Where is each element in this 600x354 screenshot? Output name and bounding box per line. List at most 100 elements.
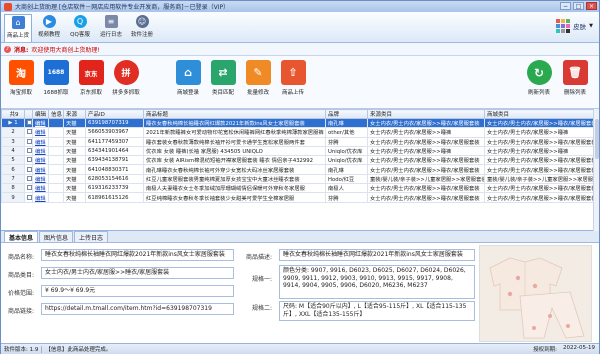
batch-edit-button[interactable]: ✎ 批量修改 [240,60,276,96]
edit-link[interactable]: 编辑 [35,177,46,183]
price-range-field[interactable]: ¥ 69.9～¥ 69.9元 [41,285,234,297]
category-match-button[interactable]: ⇄ 类目匹配 [205,60,241,96]
checkbox-icon[interactable] [27,166,32,172]
row-title: 睡衣套装女春秋款薄款纯棉长袖开衫可爱卡通学生宽松家居服两件套 [143,136,326,147]
taobao-grab-button[interactable]: 淘 淘宝抓取 [3,60,39,96]
row-edit-link[interactable]: 编辑 [32,173,49,185]
row-checkbox[interactable] [24,155,33,166]
edit-link[interactable]: 编辑 [35,149,46,155]
row-checkbox[interactable] [24,145,33,157]
table-row[interactable]: 7 编辑 天猫 628053154616 红豆儿童家居服套装男童纯棉夏加厚女孩宝宝中大童… [1,173,599,185]
row-brand: Hodo/红豆 [325,173,368,185]
status-bar: 软件版本: 1.9 【信息】此商品处理完成。 授权到期: 2022-05-19 [1,344,599,354]
row-source: 天猫 [63,192,86,203]
checkbox-icon[interactable] [27,157,32,163]
tab-basic-info[interactable]: 基本信息 [4,231,39,242]
row-number: 6 [1,164,25,175]
skin-label: 皮肤 [573,23,587,31]
edit-link[interactable]: 编辑 [35,130,46,136]
checkbox-icon[interactable] [27,120,32,126]
column-header-title[interactable]: 商品标题 [143,109,326,119]
row-edit-link[interactable]: 编辑 [32,117,49,129]
row-edit-link[interactable]: 编辑 [32,136,49,147]
checkbox-icon[interactable] [27,175,32,181]
row-checkbox[interactable] [24,164,33,175]
checkbox-icon[interactable] [27,194,32,200]
checkbox-icon[interactable] [27,148,32,154]
1688-grab-button[interactable]: 1688 1688抓取 [38,60,74,96]
product-name-field[interactable]: 睡衣女春秋纯棉长袖睡衣网红爆款2021年新款ins风女士家居服套装 [41,249,234,261]
checkbox-icon[interactable] [27,129,32,135]
table-row[interactable]: ▶ 1 编辑 天猫 639198707319 睡衣女春秋纯棉长袖睡衣网红爆款2021年新… [1,117,599,129]
row-checkbox[interactable] [24,192,33,203]
column-header-info[interactable]: 信息 [48,109,64,119]
tab-upload-log[interactable]: 上传日志 [74,231,109,242]
toolbar-item-run-log[interactable]: ≡ 运行日志 [97,14,125,42]
grid-scrollbar[interactable] [593,109,599,231]
row-checkbox[interactable] [24,173,33,185]
column-header-source[interactable]: 来源 [63,109,86,119]
table-row[interactable]: 5 编辑 天猫 639434138791 优衣库 女装 AIRism棉混纺短袖开襟家居服… [1,155,599,166]
action-label: 批量修改 [246,90,269,96]
toolbar-item-register[interactable]: ☺ 软件注册 [128,14,156,42]
row-checkbox[interactable] [24,117,33,129]
edit-link[interactable]: 编辑 [35,186,46,192]
skin-selector[interactable]: 皮肤 ▼ [556,19,593,33]
row-mall-category: 童装/婴儿装/亲子装>>儿童家居服>>家居服套装 [484,173,599,185]
row-source-category: 女士内衣/男士内衣/家居服>>睡衣/家居服套装 [367,192,485,203]
spec-one-field[interactable]: 颜色分类: 9907, 9916, D6023, D6025, D6027, D… [279,265,475,299]
row-checkbox[interactable] [24,127,33,138]
row-edit-link[interactable]: 编辑 [32,145,49,157]
edit-link[interactable]: 编辑 [35,196,46,202]
refresh-list-button[interactable]: ↻ 刷新列表 [521,60,557,96]
column-header-source-category[interactable]: 来源类目 [367,109,485,119]
table-row[interactable]: 3 编辑 天猫 641177459307 睡衣套装女春秋款薄款纯棉长袖开衫可爱卡通学生宽… [1,136,599,147]
jd-grab-button[interactable]: 京东 京东抓取 [73,60,109,96]
column-header-edit[interactable]: 编辑 [32,109,49,119]
edit-link[interactable]: 编辑 [35,168,46,174]
table-row[interactable]: 8 编辑 天猫 619316233739 南极人夫妻睡衣女士冬季加绒加厚珊瑚绒情侣保暖可… [1,183,599,194]
row-edit-link[interactable]: 编辑 [32,127,49,138]
product-category-field[interactable]: 女士内衣/男士内衣/家居服>>睡衣/家居服套装 [41,267,234,279]
column-header-brand[interactable]: 品牌 [325,109,368,119]
row-brand: 芬腾 [325,192,368,203]
table-row[interactable]: 6 编辑 天猫 641048830371 南孔琳睡衣女春秋纯棉长袖可外穿少女宽松大码冰丝… [1,164,599,175]
table-row[interactable]: 2 编辑 天猫 566053903967 2021年新款睡裤女可爱动物印花宽松休闲睡裤网… [1,127,599,138]
skin-palette-icon [556,19,571,33]
pinduoduo-grab-button[interactable]: 拼 拼多多抓取 [108,60,144,96]
column-header-mall-category[interactable]: 商城类目 [484,109,599,119]
scrollbar-thumb[interactable] [595,119,599,159]
minimize-button[interactable]: − [560,2,571,10]
edit-link[interactable]: 编辑 [35,121,46,127]
table-row[interactable]: 4 编辑 天猫 634341901464 优衣库 女装 睡裤(长袖 家居服) 43450… [1,145,599,157]
close-button[interactable]: × [586,2,597,10]
select-all-checkbox[interactable] [24,109,33,119]
checkbox-icon[interactable] [27,185,32,191]
row-edit-link[interactable]: 编辑 [32,155,49,166]
toolbar-item-product-upload[interactable]: ⌂ 商品上货 [4,14,32,42]
row-number-label: 8 [11,185,15,192]
row-checkbox[interactable] [24,183,33,194]
tab-image-info[interactable]: 图片信息 [39,231,74,242]
edit-link[interactable]: 编辑 [35,140,46,146]
product-upload-button[interactable]: ⇧ 商品上传 [275,60,311,96]
column-header-product-id[interactable]: 产品ID [85,109,144,119]
mall-login-button[interactable]: ⌂ 商城登录 [170,60,206,96]
row-edit-link[interactable]: 编辑 [32,164,49,175]
toolbar-item-video-tutorial[interactable]: ▶ 视频教程 [35,14,63,42]
maximize-button[interactable]: □ [573,2,584,10]
toolbar-item-qq-support[interactable]: Q QQ客服 [66,14,94,42]
row-edit-link[interactable]: 编辑 [32,183,49,194]
delete-list-button[interactable]: 🗑 删除列表 [557,60,593,96]
row-number: 9 [1,192,25,203]
log-icon: ≡ [104,15,118,28]
row-checkbox[interactable] [24,136,33,147]
row-edit-link[interactable]: 编辑 [32,192,49,203]
spec-two-field[interactable]: 尺码: M【适合90斤以内】, L【适合95-115斤】, XL【适合115-1… [279,301,475,321]
checkbox-icon[interactable] [27,138,32,144]
edit-link[interactable]: 编辑 [35,158,46,164]
table-row[interactable]: 9 编辑 天猫 618961615126 红豆纯棉睡衣女春秋冬季长袖套装少女甜美可爱学生… [1,192,599,203]
product-link-field[interactable]: https://detail.m.tmall.com/item.htm?id=6… [41,303,234,315]
product-desc-field[interactable]: 睡衣女春秋纯棉长袖睡衣网红爆款2021年新款ins风女士家居服套装 [279,249,475,261]
expiry-date: 2022-05-19 [563,345,595,351]
